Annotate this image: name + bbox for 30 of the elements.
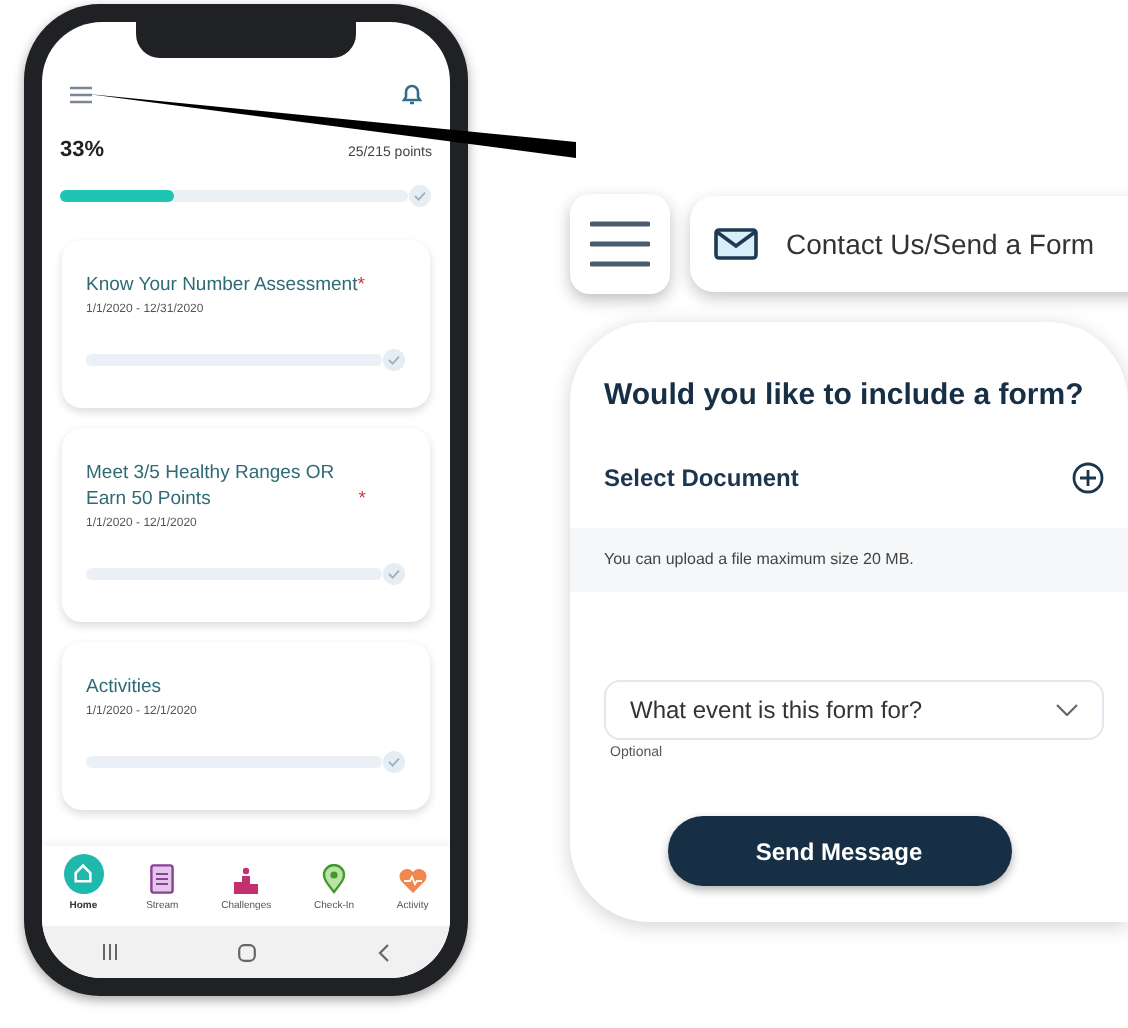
- menu-icon[interactable]: [70, 85, 92, 103]
- envelope-icon: [714, 228, 758, 260]
- bell-icon[interactable]: [402, 82, 422, 106]
- card-title: Activities: [86, 673, 161, 699]
- progress-percent: 33%: [60, 136, 105, 166]
- send-message-button[interactable]: Send Message: [667, 816, 1011, 886]
- home-button-icon[interactable]: [238, 943, 257, 961]
- add-icon[interactable]: [1072, 461, 1104, 493]
- document-icon: [150, 863, 175, 893]
- recent-apps-icon[interactable]: [102, 944, 119, 960]
- form-heading: Would you like to include a form?: [602, 376, 1086, 416]
- heart-icon: [397, 867, 428, 893]
- card-title: Meet 3/5 Healthy Ranges OR Earn 50 Points: [86, 459, 337, 511]
- podium-icon: [232, 865, 261, 893]
- check-icon: [382, 561, 406, 585]
- home-icon: [63, 853, 104, 893]
- upload-note: You can upload a file maximum size 20 MB.: [604, 547, 914, 571]
- back-icon[interactable]: [377, 943, 390, 961]
- check-icon: [382, 749, 406, 773]
- page-title: Contact Us/Send a Form: [786, 225, 1095, 263]
- required-asterisk: *: [357, 271, 365, 297]
- map-pin-icon: [322, 863, 347, 893]
- required-asterisk: *: [358, 485, 366, 511]
- menu-icon: [590, 220, 650, 268]
- select-document-label: Select Document: [604, 461, 799, 495]
- event-select[interactable]: What event is this form for?: [604, 679, 1104, 739]
- card-title: Know Your Number Assessment: [86, 271, 358, 297]
- chevron-down-icon: [1056, 703, 1078, 715]
- menu-button[interactable]: [570, 194, 670, 294]
- check-icon: [382, 347, 406, 371]
